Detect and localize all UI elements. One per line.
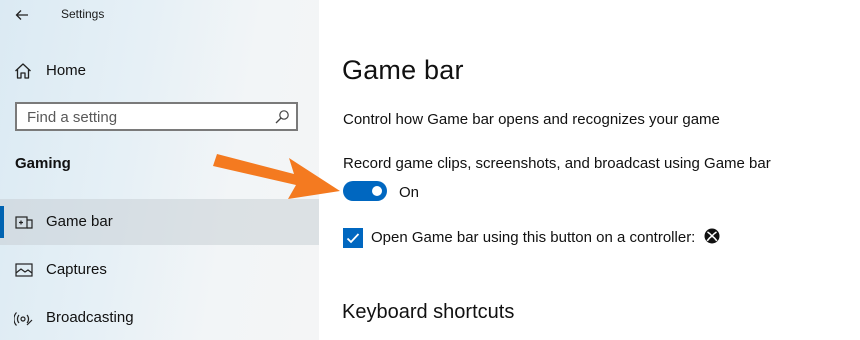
search-input[interactable]: Find a setting	[15, 102, 298, 131]
sidebar-item-label: Game bar	[46, 213, 113, 230]
record-toggle-switch[interactable]	[343, 181, 387, 201]
sidebar-item-label: Captures	[46, 261, 107, 278]
checkmark-icon	[346, 233, 360, 244]
game-bar-icon	[15, 216, 33, 229]
page-title: Game bar	[342, 55, 464, 85]
search-placeholder: Find a setting	[27, 109, 118, 126]
sidebar: Settings Home Find a setting Gaming Game…	[0, 0, 319, 340]
keyboard-shortcuts-heading: Keyboard shortcuts	[342, 301, 515, 323]
sidebar-item-label: Broadcasting	[46, 309, 134, 326]
record-toggle-label: Record game clips, screenshots, and broa…	[343, 155, 771, 172]
page-description: Control how Game bar opens and recognize…	[343, 111, 720, 128]
title-bar: Settings	[0, 0, 319, 30]
controller-checkbox-label: Open Game bar using this button on a con…	[371, 229, 696, 246]
back-button[interactable]	[8, 3, 36, 27]
toggle-state-text: On	[399, 184, 420, 201]
sidebar-item-home[interactable]: Home	[0, 52, 319, 90]
home-icon	[15, 63, 31, 79]
sidebar-item-captures[interactable]: Captures	[0, 247, 319, 293]
controller-checkbox[interactable]	[343, 228, 363, 248]
sidebar-section-heading: Gaming	[15, 155, 71, 172]
sidebar-item-game-bar[interactable]: Game bar	[0, 199, 319, 245]
main-content: Game bar Control how Game bar opens and …	[319, 0, 860, 340]
sidebar-item-label: Home	[46, 62, 87, 79]
search-icon[interactable]	[274, 109, 290, 125]
xbox-logo-icon	[704, 228, 720, 244]
captures-icon	[15, 263, 33, 277]
sidebar-item-broadcasting[interactable]: Broadcasting	[0, 295, 319, 340]
broadcasting-icon	[14, 312, 33, 326]
back-arrow-icon	[15, 10, 28, 20]
window-title: Settings	[61, 7, 105, 21]
toggle-knob	[372, 186, 382, 196]
